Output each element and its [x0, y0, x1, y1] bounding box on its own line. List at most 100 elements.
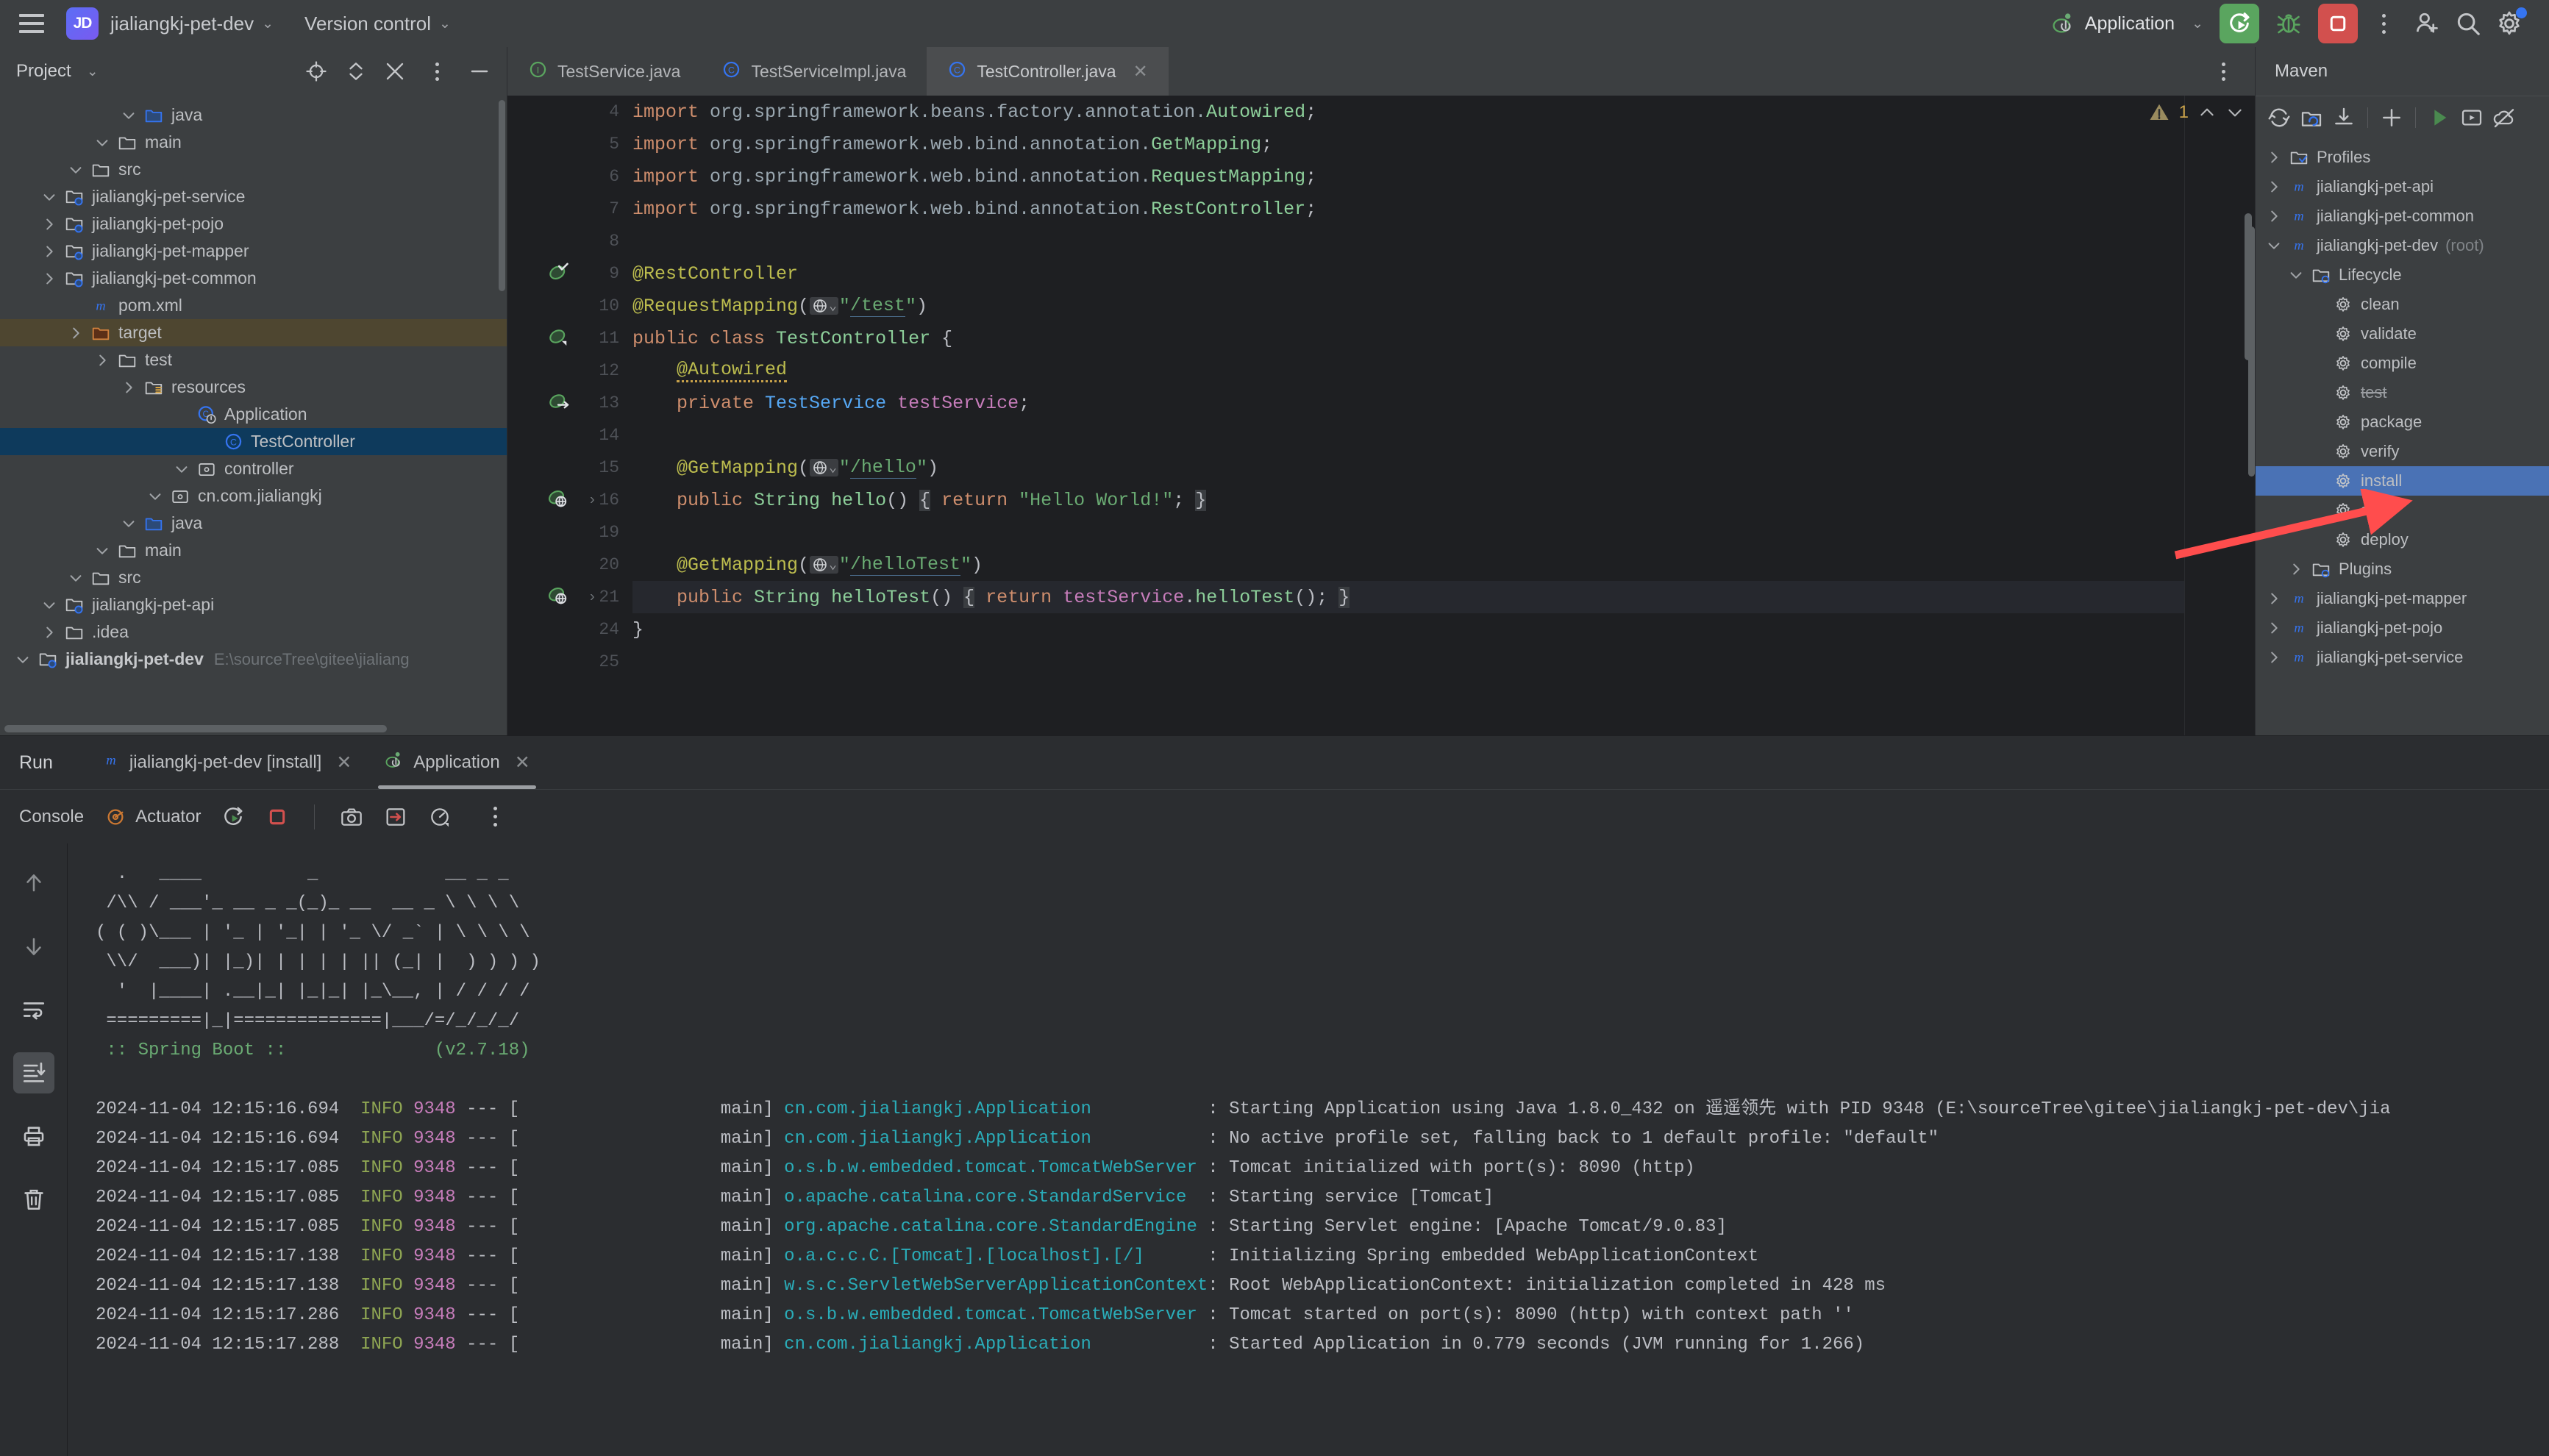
- run-tab-jialiangkj-pet-dev-install-[interactable]: m jialiangkj-pet-dev [install] ✕: [85, 736, 368, 789]
- tree-toggle[interactable]: [2261, 238, 2286, 254]
- project-tree-item--idea[interactable]: .idea: [0, 618, 507, 646]
- chevron-down-icon[interactable]: [2225, 103, 2245, 122]
- gutter-line[interactable]: 21 ›: [507, 581, 625, 613]
- gutter-line[interactable]: 13: [507, 387, 625, 419]
- gutter-line[interactable]: 5: [507, 128, 625, 160]
- stop-button[interactable]: [2318, 4, 2358, 43]
- tree-toggle[interactable]: [10, 652, 35, 668]
- more-icon[interactable]: [2211, 60, 2236, 82]
- code-line[interactable]: @Autowired: [632, 354, 2184, 387]
- project-tree-item-src[interactable]: src: [0, 156, 507, 183]
- project-tree-item-main[interactable]: main: [0, 129, 507, 156]
- code-line[interactable]: public String hello() { return "Hello Wo…: [632, 484, 2184, 516]
- more-actions-icon[interactable]: [2371, 4, 2396, 43]
- search-button[interactable]: [2448, 3, 2489, 44]
- soft-wrap-down-icon[interactable]: [13, 926, 54, 967]
- maven-tree-item-clean[interactable]: clean: [2256, 290, 2549, 319]
- tree-toggle[interactable]: [90, 135, 115, 151]
- maven-tree-item-test[interactable]: test: [2256, 378, 2549, 407]
- project-tree-item-pom-xml[interactable]: m pom.xml: [0, 292, 507, 319]
- tree-toggle[interactable]: [37, 216, 62, 232]
- chevron-down-icon[interactable]: ⌄: [439, 15, 451, 32]
- gutter-marker[interactable]: [547, 390, 569, 416]
- download-sources-icon[interactable]: [2332, 106, 2356, 129]
- project-vertical-scrollbar[interactable]: [499, 100, 505, 291]
- close-icon[interactable]: ✕: [515, 752, 530, 774]
- code-line[interactable]: @RestController: [632, 257, 2184, 290]
- execute-goal-icon[interactable]: [2460, 106, 2484, 129]
- stop-icon[interactable]: [265, 805, 289, 829]
- settings-button[interactable]: [2489, 3, 2530, 44]
- maven-tree-item-jialiangkj-pet-pojo[interactable]: m jialiangkj-pet-pojo: [2256, 613, 2549, 643]
- maven-tree-item-profiles[interactable]: Profiles: [2256, 143, 2549, 172]
- maven-tree-item-site[interactable]: site: [2256, 496, 2549, 525]
- code-line[interactable]: }: [632, 613, 2184, 646]
- tree-toggle[interactable]: [90, 543, 115, 559]
- code-line[interactable]: @GetMapping(⌄ "/hello "): [632, 452, 2184, 484]
- tree-toggle[interactable]: [169, 461, 194, 477]
- run-button[interactable]: [2220, 4, 2259, 43]
- project-tree-item-controller[interactable]: controller: [0, 455, 507, 482]
- hide-panel-icon[interactable]: [468, 60, 491, 82]
- tree-toggle[interactable]: [90, 352, 115, 368]
- project-tree-item-resources[interactable]: resources: [0, 374, 507, 401]
- tree-toggle[interactable]: [37, 597, 62, 613]
- code-line[interactable]: @RequestMapping(⌄ "/test "): [632, 290, 2184, 322]
- tree-toggle[interactable]: [116, 107, 141, 124]
- gutter-line[interactable]: 12: [507, 354, 625, 387]
- project-tree-item-src[interactable]: src: [0, 564, 507, 591]
- gutter-marker[interactable]: [547, 326, 569, 351]
- tree-toggle[interactable]: [2261, 620, 2286, 636]
- maven-tree-item-jialiangkj-pet-mapper[interactable]: m jialiangkj-pet-mapper: [2256, 584, 2549, 613]
- tree-toggle[interactable]: [2261, 208, 2286, 224]
- fold-chevron-icon[interactable]: ›: [590, 492, 595, 509]
- tree-toggle[interactable]: [143, 488, 168, 504]
- run-tab-application[interactable]: Application ✕: [368, 736, 546, 789]
- code-line[interactable]: [632, 419, 2184, 452]
- debug-button[interactable]: [2268, 3, 2309, 44]
- select-opened-file-icon[interactable]: [305, 60, 327, 82]
- gutter-line[interactable]: 24: [507, 613, 625, 646]
- fold-chevron-icon[interactable]: ›: [590, 589, 595, 606]
- gutter-line[interactable]: 8: [507, 225, 625, 257]
- code-line[interactable]: [632, 516, 2184, 549]
- run-maven-build-icon[interactable]: [2428, 106, 2451, 129]
- gutter-marker[interactable]: [547, 261, 569, 287]
- project-name-label[interactable]: jialiangkj-pet-dev: [110, 13, 254, 35]
- run-configuration-selector[interactable]: Application ⌄: [2051, 11, 2203, 36]
- reload-project-icon[interactable]: [2300, 106, 2323, 129]
- editor-tab-testcontroller-java[interactable]: C TestController.java ✕: [927, 47, 1169, 96]
- console-tab-actuator[interactable]: Actuator: [104, 806, 201, 828]
- maven-tree-item-compile[interactable]: compile: [2256, 349, 2549, 378]
- project-tree-item-cn-com-jialiangkj[interactable]: cn.com.jialiangkj: [0, 482, 507, 510]
- project-tree-item-testcontroller[interactable]: C TestController: [0, 428, 507, 455]
- add-icon[interactable]: [2380, 106, 2403, 129]
- project-file-tree[interactable]: java main src jialiangkj-pet-service jialian…: [0, 96, 507, 735]
- globe-gutter-icon[interactable]: ⌄: [810, 297, 838, 315]
- tree-toggle[interactable]: [63, 570, 88, 586]
- tree-toggle[interactable]: [2284, 267, 2309, 283]
- tree-toggle[interactable]: [63, 325, 88, 341]
- version-control-menu[interactable]: Version control: [304, 13, 431, 35]
- project-tree-item-java[interactable]: java: [0, 101, 507, 129]
- maven-tree-item-jialiangkj-pet-api[interactable]: m jialiangkj-pet-api: [2256, 172, 2549, 201]
- tree-toggle[interactable]: [2261, 179, 2286, 195]
- gutter-line[interactable]: 19: [507, 516, 625, 549]
- print-icon[interactable]: [13, 1116, 54, 1157]
- tree-toggle[interactable]: [37, 624, 62, 640]
- project-tree-item-jialiangkj-pet-dev[interactable]: jialiangkj-pet-dev E:\sourceTree\gitee\ji…: [0, 646, 507, 673]
- clear-all-icon[interactable]: [13, 1179, 54, 1220]
- maven-tree-item-verify[interactable]: verify: [2256, 437, 2549, 466]
- editor-tab-testservice-java[interactable]: I TestService.java: [507, 47, 701, 96]
- reload-icon[interactable]: [2267, 106, 2291, 129]
- tree-toggle[interactable]: [37, 189, 62, 205]
- export-icon[interactable]: [384, 805, 407, 829]
- gutter-line[interactable]: 20: [507, 549, 625, 581]
- profiler-icon[interactable]: [428, 805, 452, 829]
- maven-tree-item-package[interactable]: package: [2256, 407, 2549, 437]
- rerun-icon[interactable]: [221, 805, 245, 829]
- tree-toggle[interactable]: [116, 379, 141, 396]
- project-tree-item-jialiangkj-pet-mapper[interactable]: jialiangkj-pet-mapper: [0, 238, 507, 265]
- maven-tree-item-plugins[interactable]: Plugins: [2256, 554, 2549, 584]
- project-tree-item-jialiangkj-pet-service[interactable]: jialiangkj-pet-service: [0, 183, 507, 210]
